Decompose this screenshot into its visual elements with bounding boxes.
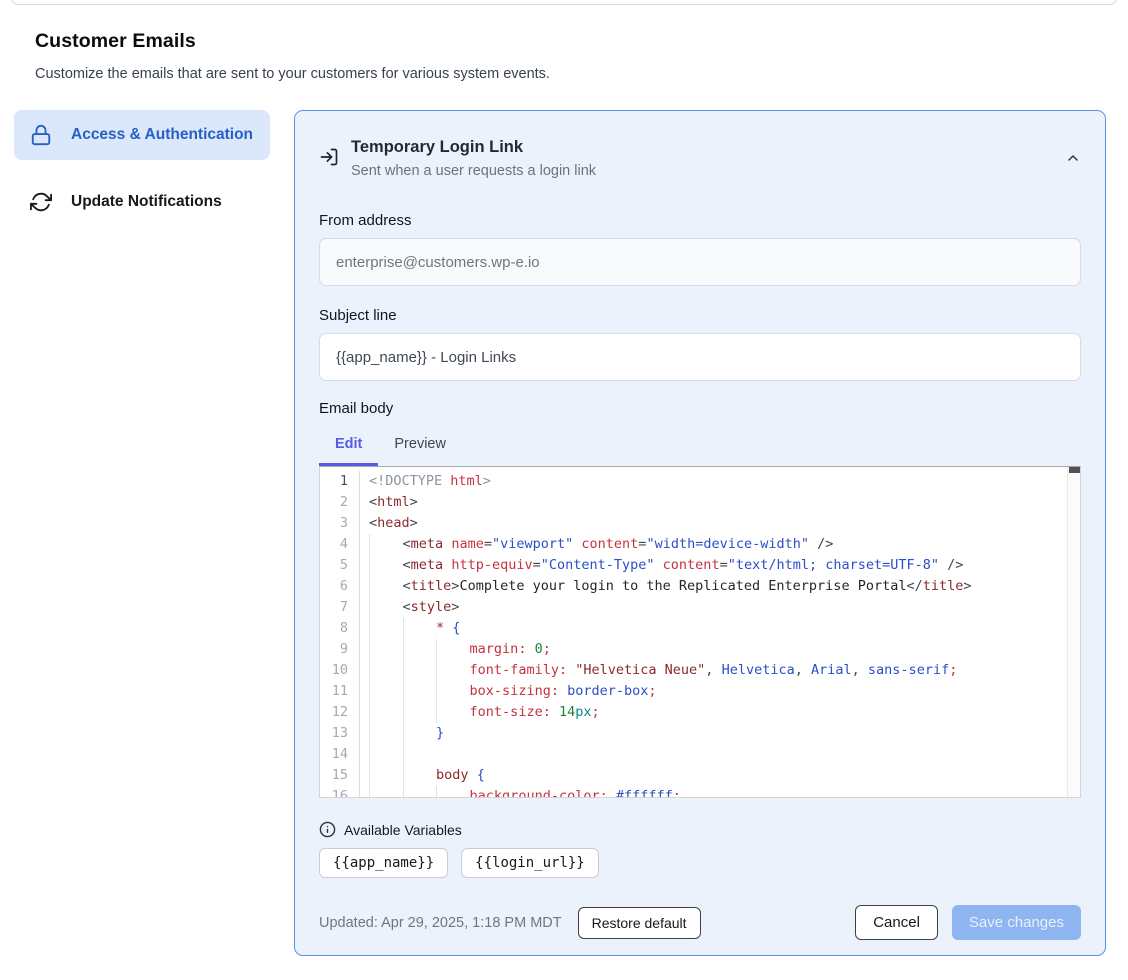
- code-text: <html>: [360, 492, 418, 513]
- code-line[interactable]: 9 margin: 0;: [320, 639, 1080, 660]
- code-text: <style>: [360, 597, 459, 618]
- variable-chips: {{app_name}} {{login_url}}: [319, 848, 1081, 878]
- code-line[interactable]: 1<!DOCTYPE html>: [320, 471, 1080, 492]
- updated-timestamp: Updated: Apr 29, 2025, 1:18 PM MDT: [319, 915, 562, 931]
- code-line[interactable]: 4 <meta name="viewport" content="width=d…: [320, 534, 1080, 555]
- code-text: body {: [360, 765, 485, 786]
- line-number: 8: [320, 618, 360, 639]
- panel-header-text: Temporary Login Link Sent when a user re…: [351, 138, 596, 179]
- editor-scrollbar-thumb[interactable]: [1069, 467, 1080, 473]
- panel-subtitle: Sent when a user requests a login link: [351, 163, 596, 179]
- subject-line-label: Subject line: [319, 307, 1081, 324]
- code-text: <!DOCTYPE html>: [360, 471, 491, 492]
- sidebar-item-label: Update Notifications: [71, 190, 222, 214]
- email-body-tabs: EditPreview: [319, 426, 1081, 466]
- panel-footer: Updated: Apr 29, 2025, 1:18 PM MDT Resto…: [319, 905, 1081, 940]
- code-lines: 1<!DOCTYPE html>2<html>3<head>4 <meta na…: [320, 467, 1080, 798]
- code-line[interactable]: 2<html>: [320, 492, 1080, 513]
- code-text: font-family: "Helvetica Neue", Helvetica…: [360, 660, 957, 681]
- available-variables-row: Available Variables: [319, 821, 1081, 838]
- line-number: 13: [320, 723, 360, 744]
- refresh-icon: [30, 191, 52, 213]
- line-number: 5: [320, 555, 360, 576]
- code-line[interactable]: 15 body {: [320, 765, 1080, 786]
- page-title: Customer Emails: [35, 30, 935, 53]
- code-text: [360, 744, 436, 765]
- line-number: 14: [320, 744, 360, 765]
- code-line[interactable]: 7 <style>: [320, 597, 1080, 618]
- code-editor[interactable]: 1<!DOCTYPE html>2<html>3<head>4 <meta na…: [319, 466, 1081, 798]
- sidebar-item-update-notifications[interactable]: Update Notifications: [14, 177, 270, 227]
- save-changes-button[interactable]: Save changes: [952, 905, 1081, 940]
- email-settings-panel: Temporary Login Link Sent when a user re…: [294, 110, 1106, 956]
- code-line[interactable]: 3<head>: [320, 513, 1080, 534]
- line-number: 10: [320, 660, 360, 681]
- restore-default-button[interactable]: Restore default: [578, 907, 701, 939]
- available-variables-label: Available Variables: [344, 822, 462, 838]
- code-line[interactable]: 5 <meta http-equiv="Content-Type" conten…: [320, 555, 1080, 576]
- page-subtitle: Customize the emails that are sent to yo…: [35, 66, 935, 82]
- tab-edit[interactable]: Edit: [319, 426, 378, 466]
- code-text: box-sizing: border-box;: [360, 681, 657, 702]
- code-line[interactable]: 8 * {: [320, 618, 1080, 639]
- panel-title: Temporary Login Link: [351, 138, 596, 157]
- info-icon: [319, 821, 336, 838]
- collapse-button[interactable]: [1065, 150, 1081, 166]
- code-text: <meta http-equiv="Content-Type" content=…: [360, 555, 963, 576]
- code-text: background-color: #ffffff;: [360, 786, 681, 798]
- code-text: <title>Complete your login to the Replic…: [360, 576, 972, 597]
- line-number: 11: [320, 681, 360, 702]
- code-text: <head>: [360, 513, 418, 534]
- line-number: 1: [320, 471, 360, 492]
- tab-preview[interactable]: Preview: [378, 426, 462, 466]
- lock-icon: [30, 124, 52, 146]
- code-text: margin: 0;: [360, 639, 551, 660]
- panel-header: Temporary Login Link Sent when a user re…: [319, 138, 1081, 179]
- line-number: 3: [320, 513, 360, 534]
- cancel-button[interactable]: Cancel: [855, 905, 938, 940]
- line-number: 2: [320, 492, 360, 513]
- line-number: 4: [320, 534, 360, 555]
- line-number: 6: [320, 576, 360, 597]
- variable-chip-login_url[interactable]: {{login_url}}: [461, 848, 599, 878]
- email-body-label: Email body: [319, 400, 1081, 417]
- line-number: 12: [320, 702, 360, 723]
- code-text: <meta name="viewport" content="width=dev…: [360, 534, 833, 555]
- line-number: 7: [320, 597, 360, 618]
- code-text: * {: [360, 618, 460, 639]
- code-line[interactable]: 11 box-sizing: border-box;: [320, 681, 1080, 702]
- line-number: 15: [320, 765, 360, 786]
- variable-chip-app_name[interactable]: {{app_name}}: [319, 848, 448, 878]
- editor-scrollbar-track[interactable]: [1067, 467, 1080, 797]
- code-line[interactable]: 12 font-size: 14px;: [320, 702, 1080, 723]
- page-header: Customer Emails Customize the emails tha…: [35, 30, 935, 82]
- code-line[interactable]: 13 }: [320, 723, 1080, 744]
- code-text: font-size: 14px;: [360, 702, 600, 723]
- subject-line-input[interactable]: [319, 333, 1081, 381]
- log-in-icon: [319, 147, 339, 167]
- from-address-input: [319, 238, 1081, 286]
- code-line[interactable]: 10 font-family: "Helvetica Neue", Helvet…: [320, 660, 1080, 681]
- code-line[interactable]: 6 <title>Complete your login to the Repl…: [320, 576, 1080, 597]
- settings-sidebar: Access & Authentication Update Notificati…: [14, 110, 270, 244]
- line-number: 9: [320, 639, 360, 660]
- chevron-up-icon: [1065, 150, 1081, 166]
- sidebar-item-access-authentication[interactable]: Access & Authentication: [14, 110, 270, 160]
- sidebar-item-label: Access & Authentication: [71, 123, 253, 147]
- line-number: 16: [320, 786, 360, 798]
- previous-card-bottom-edge: [10, 0, 1118, 5]
- code-line[interactable]: 16 background-color: #ffffff;: [320, 786, 1080, 798]
- code-line[interactable]: 14: [320, 744, 1080, 765]
- code-text: }: [360, 723, 444, 744]
- from-address-label: From address: [319, 212, 1081, 229]
